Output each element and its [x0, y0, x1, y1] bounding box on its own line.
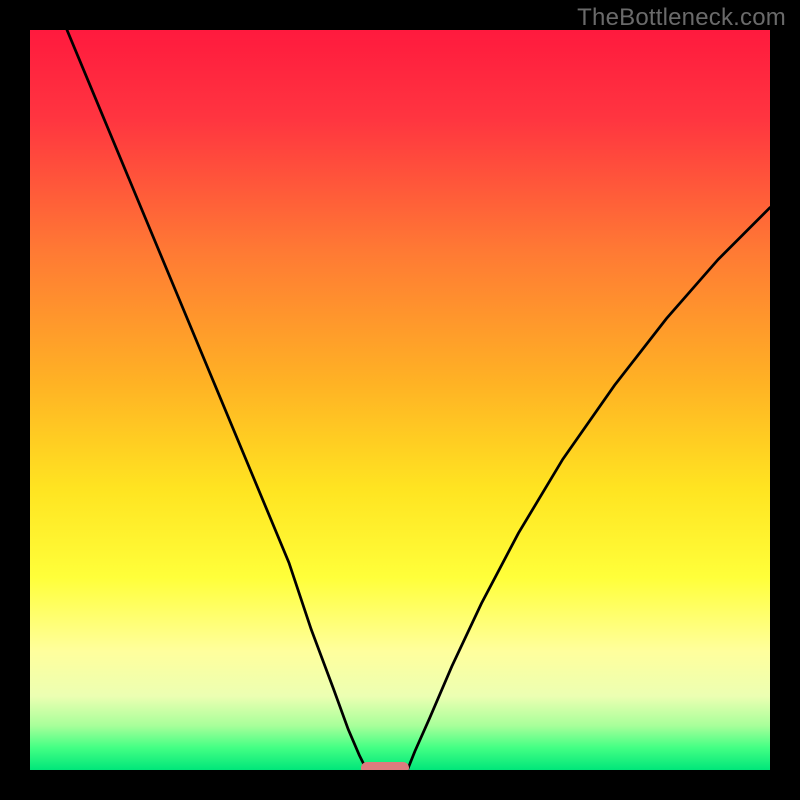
- chart-frame: TheBottleneck.com: [0, 0, 800, 800]
- curves-layer: [30, 30, 770, 770]
- watermark-text: TheBottleneck.com: [577, 4, 786, 32]
- plot-area: [30, 30, 770, 770]
- right-curve: [407, 208, 770, 770]
- left-curve: [67, 30, 367, 770]
- bottleneck-marker: [361, 762, 409, 770]
